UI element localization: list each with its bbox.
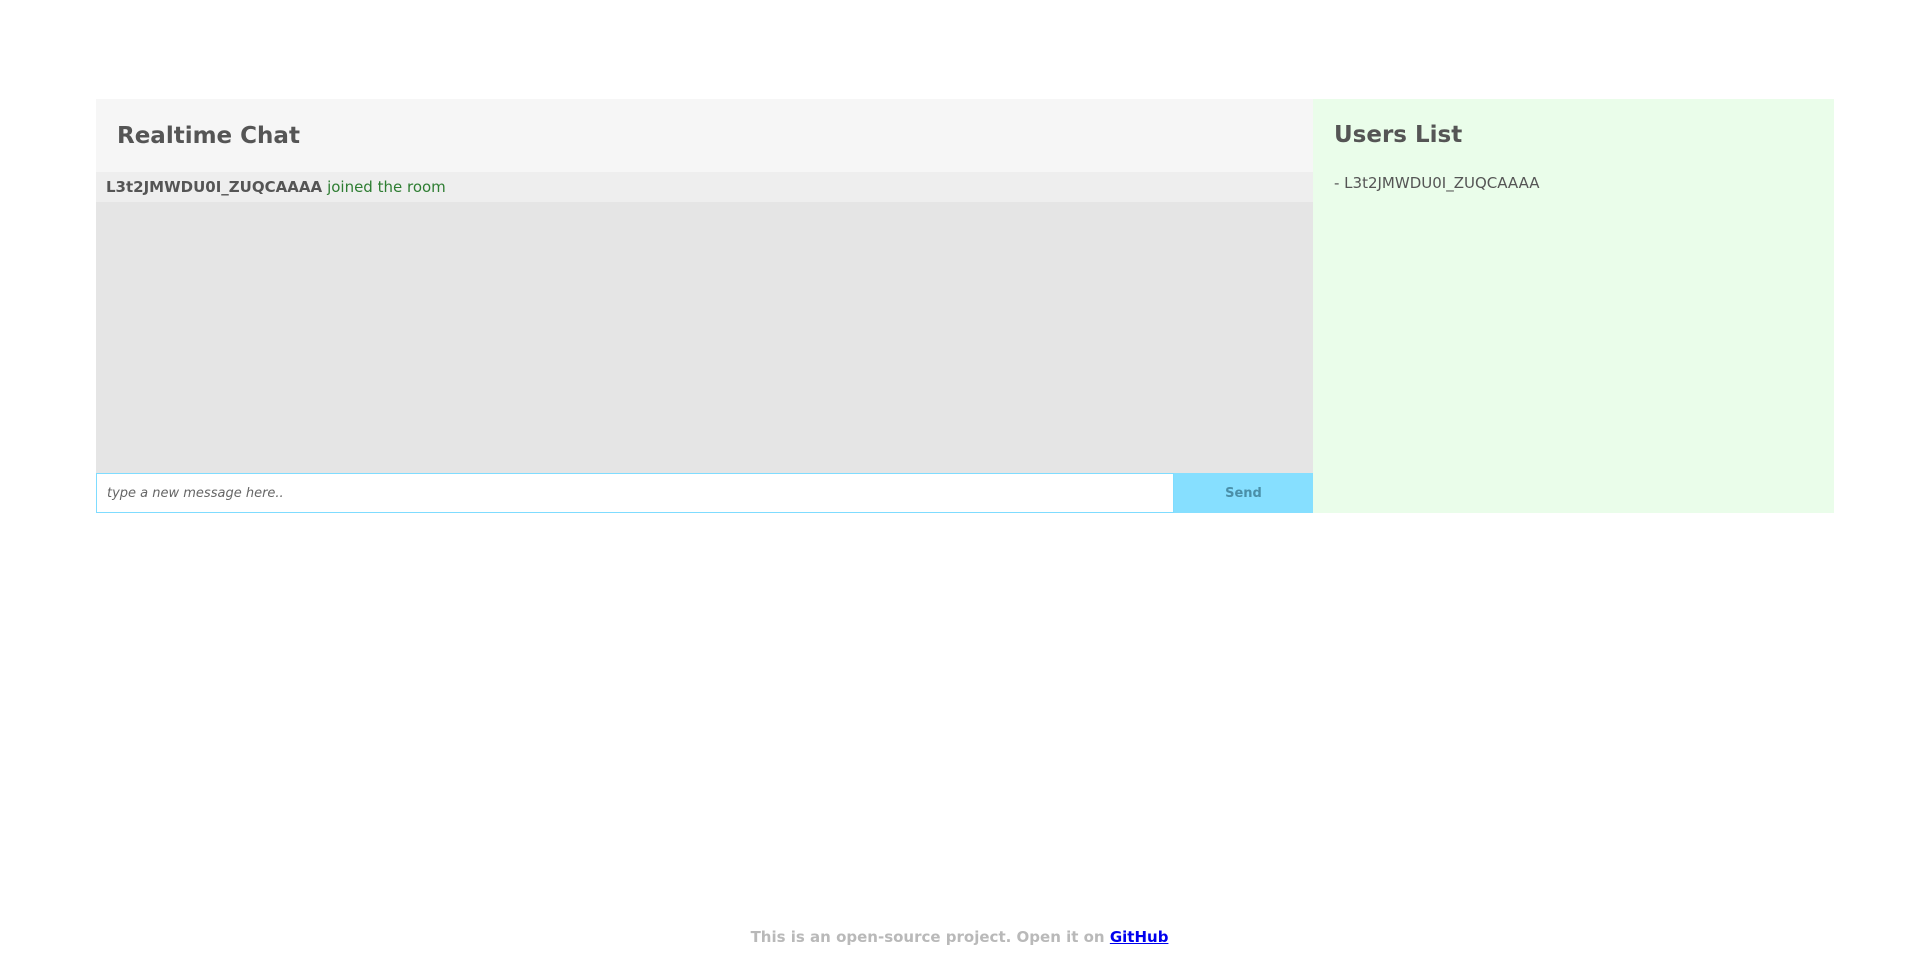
chat-title: Realtime Chat — [117, 122, 300, 149]
messages-area[interactable]: L3t2JMWDU0I_ZUQCAAAA joined the room — [96, 172, 1313, 473]
send-button[interactable]: Send — [1174, 473, 1313, 513]
footer-text: This is an open-source project. Open it … — [750, 928, 1110, 946]
users-list: - L3t2JMWDU0I_ZUQCAAAA — [1334, 174, 1834, 192]
user-list-item: - L3t2JMWDU0I_ZUQCAAAA — [1334, 174, 1540, 192]
users-title: Users List — [1334, 122, 1463, 148]
github-link[interactable]: GitHub — [1110, 928, 1169, 946]
message-input[interactable] — [96, 473, 1174, 513]
message-username: L3t2JMWDU0I_ZUQCAAAA — [106, 178, 323, 196]
footer: This is an open-source project. Open it … — [0, 928, 1919, 946]
users-panel: Users List - L3t2JMWDU0I_ZUQCAAAA — [1313, 99, 1834, 513]
message-text: joined the room — [327, 178, 446, 196]
chat-app: Realtime Chat L3t2JMWDU0I_ZUQCAAAA joine… — [96, 99, 1834, 513]
message-composer: Send — [96, 473, 1313, 513]
chat-header: Realtime Chat — [96, 99, 1313, 172]
message-row: L3t2JMWDU0I_ZUQCAAAA joined the room — [96, 172, 1313, 202]
chat-panel: Realtime Chat L3t2JMWDU0I_ZUQCAAAA joine… — [96, 99, 1313, 513]
